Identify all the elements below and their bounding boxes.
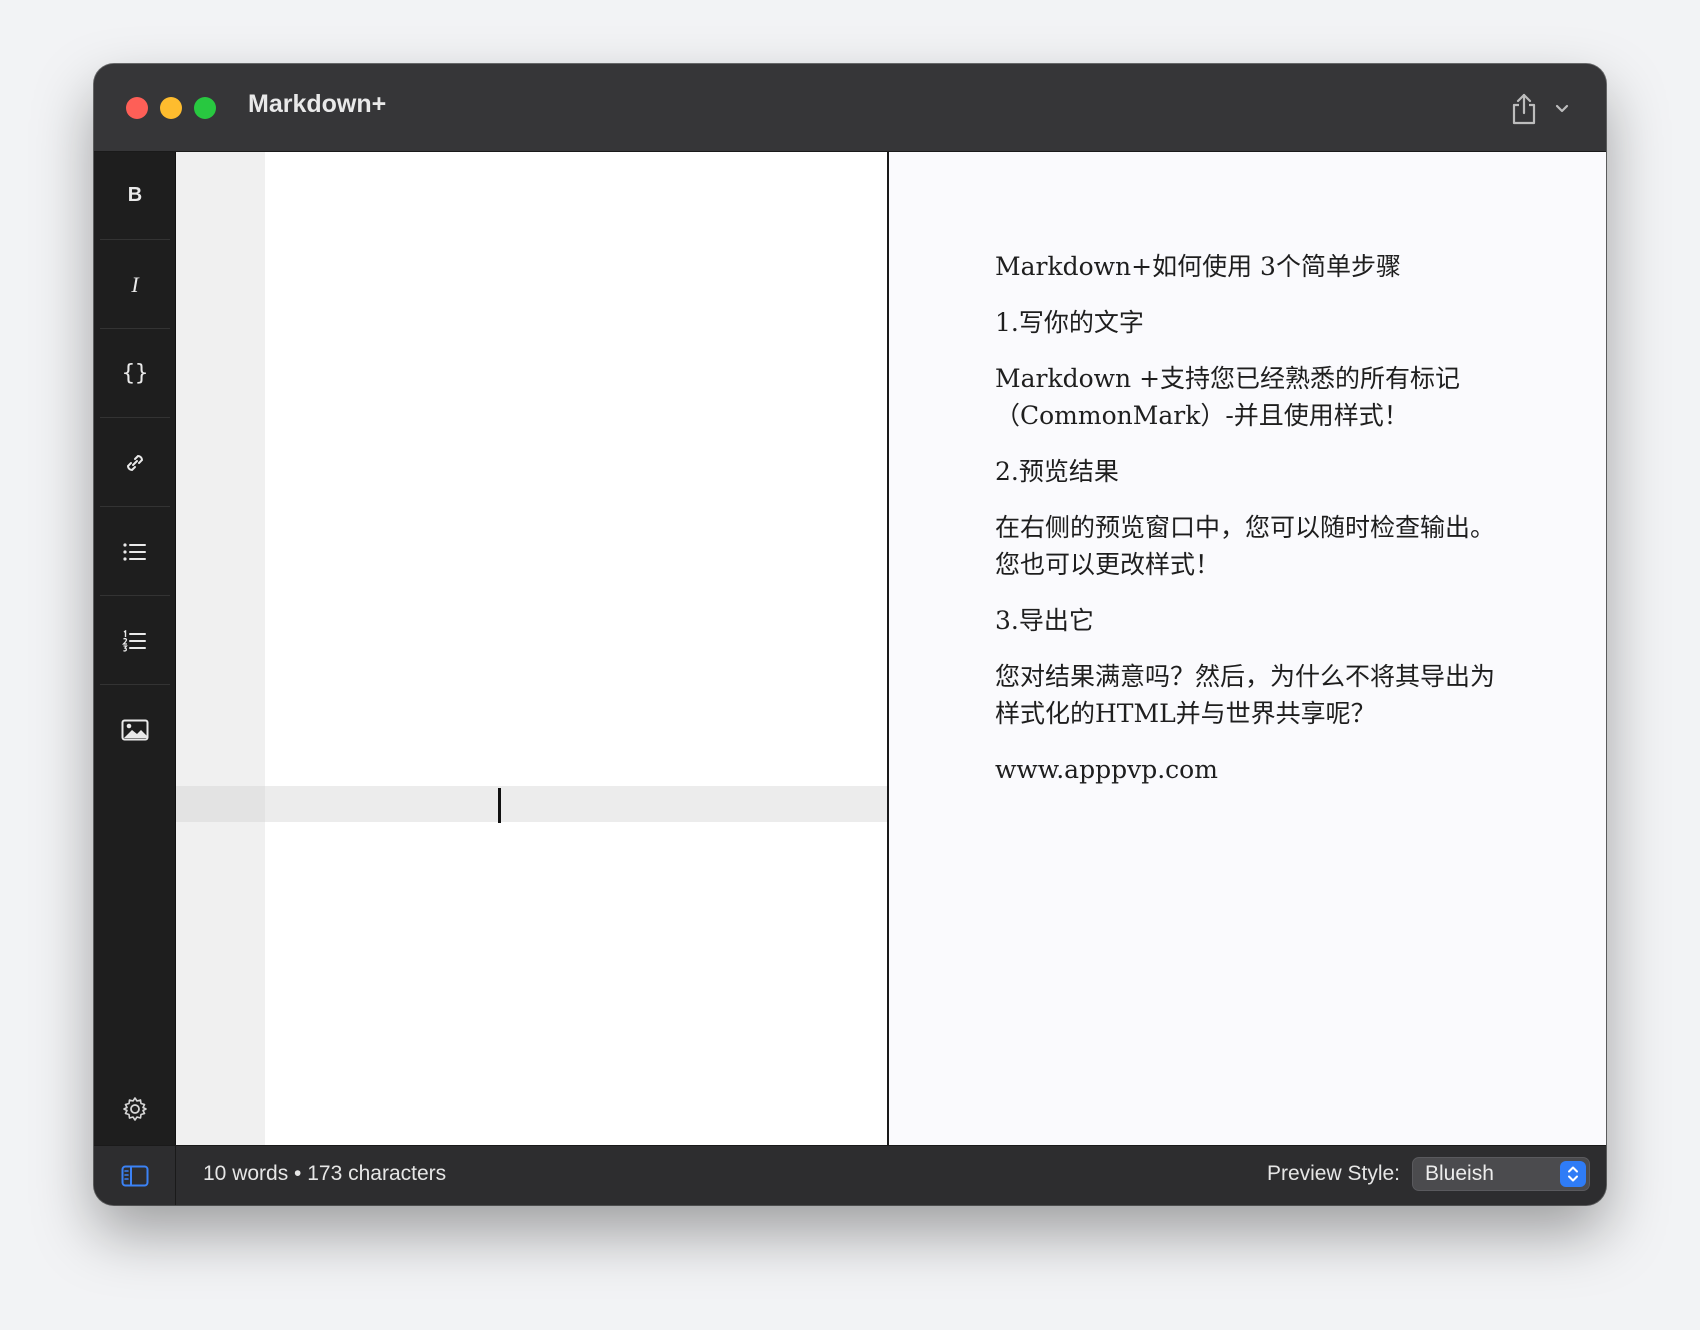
current-line-highlight — [176, 786, 887, 822]
numbered-list-button[interactable] — [100, 597, 170, 685]
preview-pane: Markdown+如何使用 3个简单步骤 1.写你的文字 Markdown +支… — [889, 152, 1606, 1145]
title-bar: Markdown+ — [94, 64, 1606, 152]
share-button[interactable] — [1510, 90, 1570, 128]
preview-paragraph: 在右侧的预览窗口中，您可以随时检查输出。您也可以更改样式！ — [995, 513, 1496, 579]
settings-button[interactable] — [100, 1085, 170, 1133]
preview-style-label: Preview Style: — [1266, 1162, 1400, 1185]
formatting-sidebar: B I {} — [94, 152, 176, 1145]
app-title: Markdown+ — [248, 90, 387, 118]
preview-style-select[interactable]: Blueish — [1412, 1157, 1590, 1191]
app-window: Markdown+ B I {} Markdown+如何使用 3个简单步骤 1.… — [94, 64, 1606, 1205]
minimize-window-button[interactable] — [160, 97, 182, 119]
link-button[interactable] — [100, 419, 170, 507]
word-character-count: 10 words • 173 characters — [203, 1162, 447, 1185]
status-bar: 10 words • 173 characters Preview Style:… — [94, 1145, 1606, 1205]
preview-heading: Markdown+如何使用 3个简单步骤 — [995, 252, 1401, 281]
preview-website: www.apppvp.com — [995, 755, 1218, 784]
preview-paragraph: Markdown +支持您已经熟悉的所有标记（CommonMark）-并且使用样… — [995, 364, 1461, 430]
preview-style-value: Blueish — [1425, 1162, 1494, 1185]
sidebar-toggle-button[interactable] — [94, 1146, 176, 1205]
preview-step-2: 2.预览结果 — [995, 457, 1119, 486]
preview-content: Markdown+如何使用 3个简单步骤 1.写你的文字 Markdown +支… — [995, 248, 1495, 807]
up-down-chevron-icon — [1568, 1166, 1578, 1182]
bullet-list-icon — [123, 542, 146, 561]
text-caret — [498, 788, 501, 823]
bold-label: B — [127, 184, 143, 206]
numbered-list-icon — [122, 629, 146, 652]
link-icon — [126, 454, 144, 471]
close-window-button[interactable] — [126, 97, 148, 119]
italic-label: I — [131, 271, 139, 297]
select-stepper — [1560, 1161, 1586, 1187]
current-line-gutter — [176, 786, 265, 822]
preview-step-3: 3.导出它 — [995, 606, 1094, 635]
markdown-editor[interactable] — [176, 152, 887, 1145]
code-button[interactable]: {} — [100, 330, 170, 418]
bullet-list-button[interactable] — [100, 508, 170, 596]
gear-icon — [123, 1097, 147, 1121]
italic-button[interactable]: I — [100, 241, 170, 329]
bold-button[interactable]: B — [100, 152, 170, 240]
preview-paragraph: 您对结果满意吗？然后，为什么不将其导出为样式化的HTML并与世界共享呢？ — [995, 662, 1496, 728]
preview-step-1: 1.写你的文字 — [995, 308, 1144, 337]
code-label: {} — [121, 361, 149, 386]
image-icon — [121, 719, 149, 741]
image-button[interactable] — [100, 686, 170, 774]
line-number-gutter — [176, 152, 265, 1145]
sidebar-toggle-icon — [121, 1165, 148, 1186]
share-icon — [1512, 93, 1536, 125]
maximize-window-button[interactable] — [194, 97, 216, 119]
chevron-down-icon[interactable] — [1554, 103, 1570, 115]
